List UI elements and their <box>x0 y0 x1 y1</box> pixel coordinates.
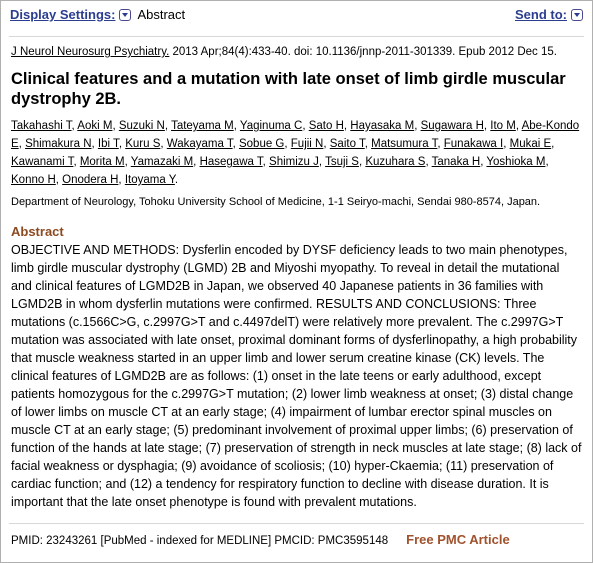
author-link[interactable]: Morita M <box>80 156 125 168</box>
author-link[interactable]: Onodera H <box>62 174 118 186</box>
author-link[interactable]: Sugawara H <box>421 120 484 132</box>
chevron-down-icon[interactable] <box>119 8 132 21</box>
article-content: J Neurol Neurosurg Psychiatry. 2013 Apr;… <box>1 45 592 511</box>
author-link[interactable]: Matsumura T <box>371 138 437 150</box>
affiliation: Department of Neurology, Tohoku Universi… <box>11 196 541 208</box>
footer: PMID: 23243261 [PubMed - indexed for MED… <box>1 532 592 547</box>
author-link[interactable]: Tanaka H <box>432 156 481 168</box>
pubmed-abstract-page: Display Settings: Abstract Send to: J Ne… <box>0 0 593 563</box>
author-link[interactable]: Hasegawa T <box>200 156 263 168</box>
free-pmc-article-link[interactable]: Free PMC Article <box>406 532 510 547</box>
author-link[interactable]: Yamazaki M <box>131 156 193 168</box>
chevron-down-icon[interactable] <box>571 8 583 21</box>
author-link[interactable]: Mukai E <box>510 138 552 150</box>
display-settings-link[interactable]: Display Settings: <box>10 7 115 22</box>
top-toolbar: Display Settings: Abstract Send to: <box>1 1 592 29</box>
author-link[interactable]: Itoyama Y <box>125 174 175 186</box>
author-link[interactable]: Yoshioka M <box>486 156 545 168</box>
author-link[interactable]: Aoki M <box>77 120 112 132</box>
page-title: Clinical features and a mutation with la… <box>11 70 566 108</box>
author-link[interactable]: Tateyama M <box>171 120 234 132</box>
author-link[interactable]: Konno H <box>11 174 56 186</box>
abstract-text: OBJECTIVE AND METHODS: Dysferlin encoded… <box>11 243 582 509</box>
author-link[interactable]: Shimakura N <box>25 138 91 150</box>
author-link[interactable]: Sato H <box>309 120 344 132</box>
author-separator: , <box>545 156 549 168</box>
journal-link[interactable]: J Neurol Neurosurg Psychiatry. <box>11 46 169 58</box>
author-link[interactable]: Kuzuhara S <box>365 156 425 168</box>
author-separator: . <box>174 174 179 186</box>
pmid-line: PMID: 23243261 [PubMed - indexed for MED… <box>11 535 389 547</box>
author-link[interactable]: Ito M <box>490 120 516 132</box>
send-to-group: Send to: <box>515 7 583 22</box>
author-link[interactable]: Funakawa I <box>444 138 503 150</box>
author-link[interactable]: Yaginuma C <box>240 120 302 132</box>
citation-details: 2013 Apr;84(4):433-40. doi: 10.1136/jnnp… <box>169 46 557 58</box>
author-link[interactable]: Fujii N <box>291 138 324 150</box>
author-link[interactable]: Kuru S <box>125 138 160 150</box>
author-link[interactable]: Wakayama T <box>167 138 233 150</box>
author-link[interactable]: Saito T <box>330 138 365 150</box>
author-link[interactable]: Tsuji S <box>325 156 359 168</box>
author-link[interactable]: Suzuki N <box>119 120 165 132</box>
author-list: Takahashi T, Aoki M, Suzuki N, Tateyama … <box>11 117 582 189</box>
send-to-link[interactable]: Send to: <box>515 7 567 22</box>
display-mode-label: Abstract <box>137 7 186 22</box>
author-link[interactable]: Shimizu J <box>269 156 319 168</box>
author-link[interactable]: Takahashi T <box>11 120 72 132</box>
author-link[interactable]: Ibi T <box>98 138 119 150</box>
citation-line: J Neurol Neurosurg Psychiatry. 2013 Apr;… <box>11 45 582 60</box>
author-link[interactable]: Hayasaka M <box>350 120 414 132</box>
display-settings-group: Display Settings: Abstract <box>10 7 185 22</box>
author-link[interactable]: Kawanami T <box>11 156 73 168</box>
author-link[interactable]: Sobue G <box>239 138 284 150</box>
abstract-heading: Abstract <box>11 224 64 239</box>
footer-divider <box>9 523 584 524</box>
author-separator: , <box>551 138 555 150</box>
toolbar-divider <box>9 36 584 37</box>
